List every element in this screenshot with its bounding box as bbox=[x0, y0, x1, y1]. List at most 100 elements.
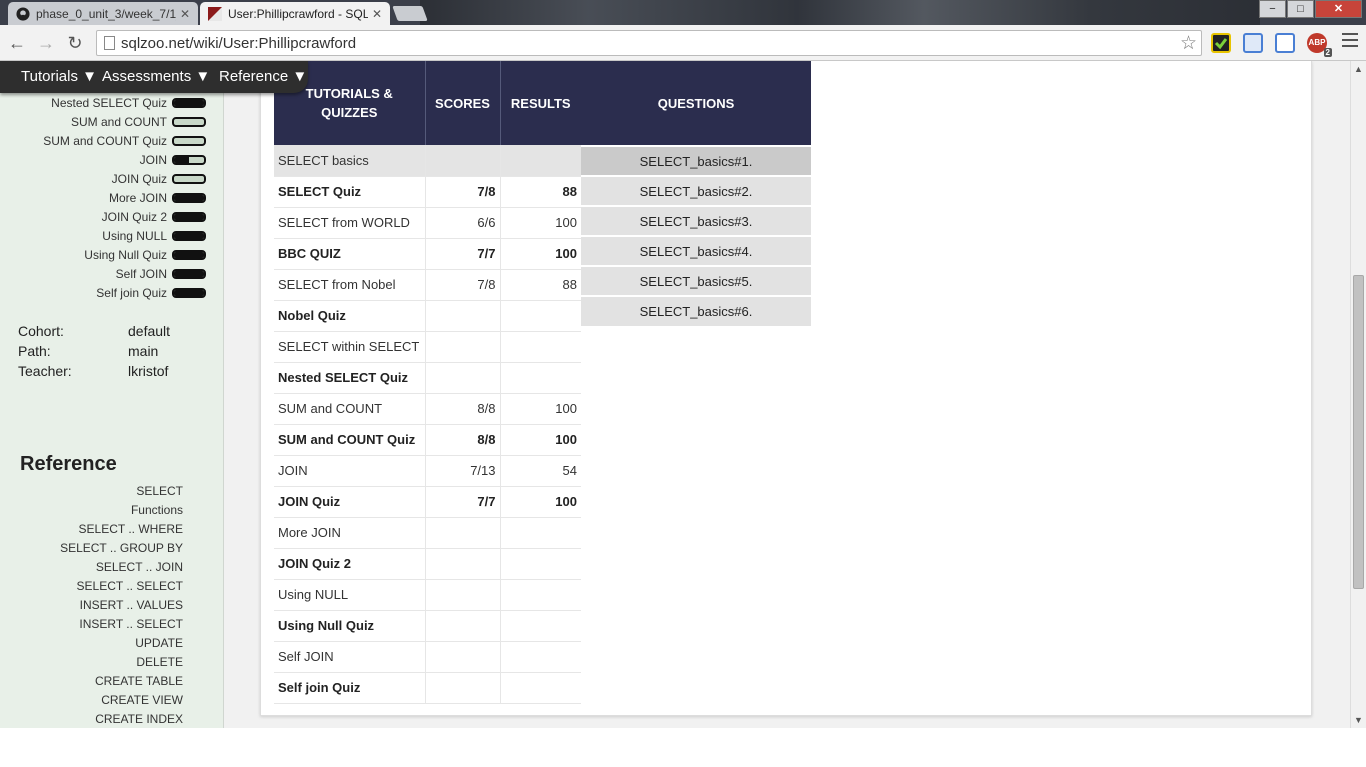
scroll-down-arrow-icon[interactable]: ▼ bbox=[1354, 715, 1363, 725]
reference-link[interactable]: SELECT bbox=[136, 484, 183, 498]
question-row[interactable]: SELECT_basics#4. bbox=[581, 235, 811, 266]
reference-link[interactable]: SELECT .. JOIN bbox=[96, 560, 183, 574]
tutorial-link[interactable]: SUM and COUNT Quiz bbox=[43, 134, 167, 148]
new-tab-button[interactable] bbox=[392, 6, 428, 21]
reference-link[interactable]: INSERT .. SELECT bbox=[79, 617, 183, 631]
tutorial-progress-item[interactable]: SUM and COUNT Quiz bbox=[43, 131, 206, 150]
score-row: BBC QUIZ 7/7 100 bbox=[274, 238, 581, 270]
reference-link[interactable]: Functions bbox=[131, 503, 183, 517]
tutorial-link[interactable]: Nested SELECT Quiz bbox=[51, 96, 167, 110]
question-row[interactable]: SELECT_basics#5. bbox=[581, 265, 811, 296]
questions-header-row: QUESTIONS bbox=[581, 61, 811, 146]
back-arrow-icon[interactable]: ← bbox=[6, 32, 28, 54]
menu-tutorials[interactable]: Tutorials ▼ bbox=[21, 68, 97, 85]
checklist-extension-icon[interactable] bbox=[1211, 33, 1231, 53]
score-row: SELECT from WORLD 6/6 100 bbox=[274, 207, 581, 239]
tutorial-link[interactable]: SUM and COUNT bbox=[71, 115, 167, 129]
tutorial-name[interactable]: SUM and COUNT Quiz bbox=[274, 424, 426, 456]
tutorial-name[interactable]: Using NULL bbox=[274, 579, 426, 611]
tutorial-progress-item[interactable]: JOIN Quiz 2 bbox=[102, 207, 206, 226]
reference-link[interactable]: INSERT .. VALUES bbox=[80, 598, 183, 612]
tutorial-progress-item[interactable]: Using NULL bbox=[102, 226, 206, 245]
question-row[interactable]: SELECT_basics#3. bbox=[581, 205, 811, 236]
reference-link[interactable]: DELETE bbox=[136, 655, 183, 669]
question-link[interactable]: SELECT_basics#2. bbox=[581, 175, 811, 206]
screenshot-extension-icon[interactable] bbox=[1275, 33, 1295, 53]
tutorial-name[interactable]: Self JOIN bbox=[274, 641, 426, 673]
tutorial-link[interactable]: JOIN Quiz 2 bbox=[102, 210, 167, 224]
question-row[interactable]: SELECT_basics#6. bbox=[581, 295, 811, 326]
tutorial-name[interactable]: SUM and COUNT bbox=[274, 393, 426, 425]
tutorial-link[interactable]: Using NULL bbox=[102, 229, 167, 243]
tab-sqlzoo[interactable]: User:Phillipcrawford - SQL ✕ bbox=[200, 2, 390, 25]
reference-link[interactable]: SELECT .. SELECT bbox=[77, 579, 183, 593]
tutorial-name[interactable]: JOIN Quiz 2 bbox=[274, 548, 426, 580]
tutorial-progress-item[interactable]: SUM and COUNT bbox=[71, 112, 206, 131]
tutorial-name[interactable]: JOIN Quiz bbox=[274, 486, 426, 518]
menu-assessments[interactable]: Assessments ▼ bbox=[102, 68, 210, 85]
score-row: Self join Quiz bbox=[274, 672, 581, 704]
tutorial-name[interactable]: Self join Quiz bbox=[274, 672, 426, 704]
tutorial-progress-item[interactable]: Self JOIN bbox=[116, 264, 206, 283]
reload-icon[interactable]: ↻ bbox=[64, 32, 86, 54]
bookmark-star-icon[interactable]: ☆ bbox=[1180, 32, 1197, 55]
tutorial-name[interactable]: More JOIN bbox=[274, 517, 426, 549]
question-link[interactable]: SELECT_basics#3. bbox=[581, 205, 811, 236]
tutorial-link[interactable]: Self JOIN bbox=[116, 267, 167, 281]
tutorial-name[interactable]: SELECT basics bbox=[274, 145, 426, 177]
question-link[interactable]: SELECT_basics#5. bbox=[581, 265, 811, 296]
scroll-up-arrow-icon[interactable]: ▲ bbox=[1354, 64, 1363, 74]
folder-extension-icon[interactable] bbox=[1243, 33, 1263, 53]
close-tab-icon[interactable]: ✕ bbox=[372, 7, 382, 21]
maximize-button[interactable]: □ bbox=[1287, 0, 1314, 18]
page-icon bbox=[104, 36, 115, 50]
tutorial-progress-item[interactable]: Self join Quiz bbox=[96, 283, 206, 302]
scrollbar-thumb[interactable] bbox=[1353, 275, 1364, 589]
tutorial-name[interactable]: SELECT from WORLD bbox=[274, 207, 426, 239]
reference-link[interactable]: SELECT .. WHERE bbox=[79, 522, 183, 536]
tutorial-link[interactable]: Using Null Quiz bbox=[84, 248, 167, 262]
address-bar[interactable]: sqlzoo.net/wiki/User:Phillipcrawford ☆ bbox=[96, 30, 1202, 56]
reference-link[interactable]: CREATE VIEW bbox=[101, 693, 183, 707]
reference-link[interactable]: UPDATE bbox=[135, 636, 183, 650]
forward-arrow-icon[interactable]: → bbox=[35, 32, 57, 54]
tutorial-name[interactable]: Nobel Quiz bbox=[274, 300, 426, 332]
url-text[interactable]: sqlzoo.net/wiki/User:Phillipcrawford bbox=[121, 35, 356, 52]
tutorial-progress-item[interactable]: More JOIN bbox=[109, 188, 206, 207]
tutorial-name[interactable]: SELECT within SELECT bbox=[274, 331, 426, 363]
page-scrollbar[interactable]: ▲ ▼ bbox=[1350, 61, 1366, 728]
tutorial-name[interactable]: Nested SELECT Quiz bbox=[274, 362, 426, 394]
question-link[interactable]: SELECT_basics#4. bbox=[581, 235, 811, 266]
tutorial-progress-item[interactable]: JOIN Quiz bbox=[112, 169, 206, 188]
tutorial-link[interactable]: Self join Quiz bbox=[96, 286, 167, 300]
close-tab-icon[interactable]: ✕ bbox=[180, 7, 190, 21]
reference-link[interactable]: CREATE INDEX bbox=[95, 712, 183, 726]
tutorial-name[interactable]: SELECT from Nobel bbox=[274, 269, 426, 301]
adblock-extension-icon[interactable]: ABP 2 bbox=[1307, 33, 1332, 57]
menu-reference[interactable]: Reference ▼ bbox=[219, 68, 307, 85]
minimize-button[interactable]: − bbox=[1259, 0, 1286, 18]
score-value bbox=[425, 548, 501, 580]
reference-link[interactable]: SELECT .. GROUP BY bbox=[60, 541, 183, 555]
window-close-button[interactable]: ✕ bbox=[1315, 0, 1362, 18]
tutorial-name[interactable]: SELECT Quiz bbox=[274, 176, 426, 208]
tutorial-progress-item[interactable]: Using Null Quiz bbox=[84, 245, 206, 264]
question-link[interactable]: SELECT_basics#6. bbox=[581, 295, 811, 326]
reference-link[interactable]: CREATE TABLE bbox=[95, 674, 183, 688]
tutorial-link[interactable]: More JOIN bbox=[109, 191, 167, 205]
browser-menu-icon[interactable] bbox=[1342, 33, 1358, 49]
tutorial-name[interactable]: Using Null Quiz bbox=[274, 610, 426, 642]
tutorial-link[interactable]: JOIN Quiz bbox=[112, 172, 167, 186]
top-menu-bar: Tutorials ▼ Assessments ▼ Reference ▼ bbox=[0, 61, 308, 93]
github-icon bbox=[16, 6, 30, 21]
tutorial-progress-item[interactable]: Nested SELECT Quiz bbox=[51, 93, 206, 112]
tutorial-name[interactable]: JOIN bbox=[274, 455, 426, 487]
tutorial-link[interactable]: JOIN bbox=[140, 153, 167, 167]
tab-github[interactable]: phase_0_unit_3/week_7/1_ ✕ bbox=[8, 2, 198, 25]
scores-header-row: TUTORIALS & QUIZZES SCORES RESULTS bbox=[274, 61, 581, 145]
question-link[interactable]: SELECT_basics#1. bbox=[581, 145, 811, 176]
tutorial-progress-item[interactable]: JOIN bbox=[140, 150, 206, 169]
tutorial-name[interactable]: BBC QUIZ bbox=[274, 238, 426, 270]
question-row[interactable]: SELECT_basics#1. bbox=[581, 145, 811, 176]
question-row[interactable]: SELECT_basics#2. bbox=[581, 175, 811, 206]
